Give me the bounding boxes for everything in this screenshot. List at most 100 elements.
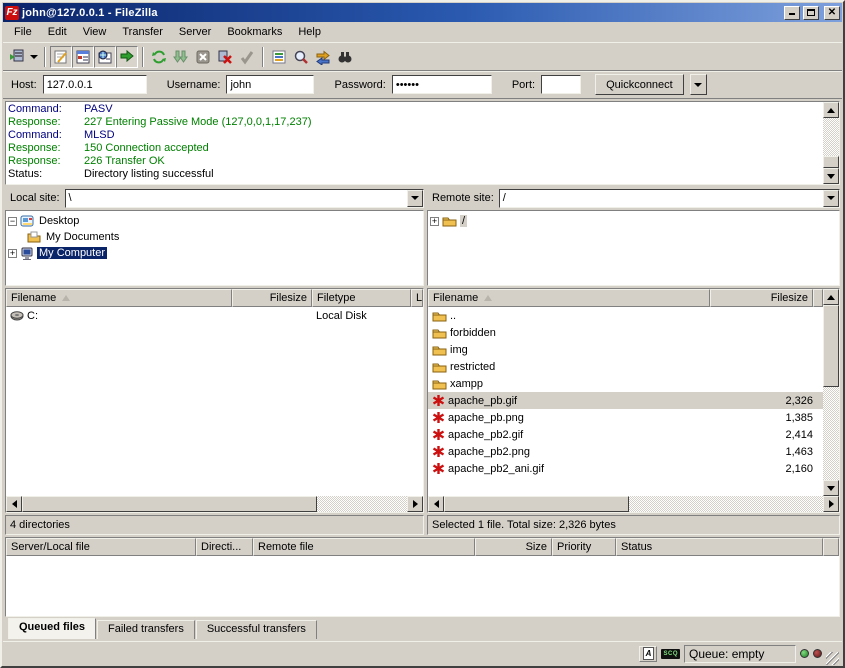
- scroll-left-button[interactable]: [428, 496, 444, 512]
- menu-file[interactable]: File: [7, 24, 39, 40]
- scroll-track[interactable]: [629, 496, 823, 512]
- tree-item-my-documents[interactable]: My Documents: [8, 229, 421, 245]
- column-filetype[interactable]: Filetype: [312, 289, 411, 307]
- file-row[interactable]: xampp: [428, 375, 823, 392]
- menu-edit[interactable]: Edit: [41, 24, 74, 40]
- column-size[interactable]: Size: [475, 538, 552, 556]
- close-button[interactable]: ✕: [824, 6, 840, 20]
- site-manager-dropdown[interactable]: [28, 46, 40, 68]
- tree-item-my-computer[interactable]: + My Computer: [8, 245, 421, 261]
- menu-bookmarks[interactable]: Bookmarks: [220, 24, 289, 40]
- column-status[interactable]: Status: [616, 538, 823, 556]
- column-priority[interactable]: Priority: [552, 538, 616, 556]
- local-horizontal-scrollbar[interactable]: [6, 496, 423, 512]
- scroll-thumb[interactable]: [444, 496, 629, 512]
- file-row[interactable]: ..: [428, 307, 823, 324]
- filter-button[interactable]: [268, 46, 290, 68]
- disconnect-button[interactable]: [214, 46, 236, 68]
- scroll-up-button[interactable]: [823, 102, 839, 118]
- column-filename[interactable]: Filename: [428, 289, 710, 307]
- transfer-queue-panel: Server/Local file Directi... Remote file…: [5, 537, 840, 639]
- tree-item-label[interactable]: My Computer: [37, 247, 107, 259]
- username-input[interactable]: [226, 75, 314, 94]
- remote-vertical-scrollbar[interactable]: [823, 289, 839, 496]
- tab-queued-files[interactable]: Queued files: [8, 618, 96, 639]
- column-direction[interactable]: Directi...: [196, 538, 253, 556]
- toggle-queue-button[interactable]: [116, 46, 138, 68]
- scroll-right-button[interactable]: [823, 496, 839, 512]
- site-manager-button[interactable]: [6, 46, 28, 68]
- tree-item-root[interactable]: + /: [430, 213, 837, 229]
- host-input[interactable]: [43, 75, 147, 94]
- compare-button[interactable]: [290, 46, 312, 68]
- queue-body[interactable]: [6, 556, 839, 616]
- column-filesize[interactable]: Filesize: [232, 289, 312, 307]
- cancel-button[interactable]: [192, 46, 214, 68]
- remote-site-dropdown[interactable]: [823, 190, 839, 207]
- quickconnect-button[interactable]: Quickconnect: [595, 74, 684, 95]
- triangle-left-icon: [12, 500, 17, 508]
- sync-browse-button[interactable]: [312, 46, 334, 68]
- maximize-button[interactable]: [803, 6, 819, 20]
- file-row-c-drive[interactable]: C: Local Disk: [6, 307, 423, 324]
- tree-item-label[interactable]: /: [460, 215, 467, 227]
- remote-site-bar: Remote site: /: [427, 187, 840, 209]
- transfer-type-indicator[interactable]: A: [639, 646, 657, 662]
- quickconnect-dropdown[interactable]: [690, 74, 707, 95]
- expand-icon[interactable]: +: [430, 217, 439, 226]
- column-server-local-file[interactable]: Server/Local file: [6, 538, 196, 556]
- file-row[interactable]: apache_pb2_ani.gif 2,160: [428, 460, 823, 477]
- scroll-thumb[interactable]: [823, 156, 839, 168]
- process-queue-button[interactable]: [170, 46, 192, 68]
- menu-help[interactable]: Help: [291, 24, 328, 40]
- port-input[interactable]: [541, 75, 581, 94]
- toggle-local-tree-button[interactable]: [72, 46, 94, 68]
- speed-limit-icon[interactable]: SCQ: [661, 649, 680, 659]
- title-bar[interactable]: Fz john@127.0.0.1 - FileZilla ✕: [3, 3, 842, 22]
- local-site-dropdown[interactable]: [407, 190, 423, 207]
- menu-transfer[interactable]: Transfer: [115, 24, 170, 40]
- toggle-remote-tree-button[interactable]: [94, 46, 116, 68]
- remote-site-combo[interactable]: /: [499, 189, 840, 208]
- scroll-track[interactable]: [823, 387, 839, 480]
- scroll-right-button[interactable]: [407, 496, 423, 512]
- find-files-button[interactable]: [334, 46, 356, 68]
- password-input[interactable]: [392, 75, 492, 94]
- tab-successful-transfers[interactable]: Successful transfers: [196, 620, 317, 639]
- file-row[interactable]: apache_pb2.png 1,463: [428, 443, 823, 460]
- column-last-modified[interactable]: L: [411, 289, 423, 307]
- scroll-thumb[interactable]: [823, 305, 839, 387]
- refresh-button[interactable]: [148, 46, 170, 68]
- menu-view[interactable]: View: [76, 24, 114, 40]
- tab-failed-transfers[interactable]: Failed transfers: [97, 620, 195, 639]
- scroll-track[interactable]: [317, 496, 407, 512]
- file-row[interactable]: apache_pb2.gif 2,414: [428, 426, 823, 443]
- tree-item-desktop[interactable]: − Desktop: [8, 213, 421, 229]
- file-row[interactable]: apache_pb.png 1,385: [428, 409, 823, 426]
- column-remote-file[interactable]: Remote file: [253, 538, 475, 556]
- scroll-track[interactable]: [823, 118, 839, 156]
- remote-horizontal-scrollbar[interactable]: [428, 496, 839, 512]
- minimize-button[interactable]: [784, 6, 800, 20]
- scroll-left-button[interactable]: [6, 496, 22, 512]
- resize-grip[interactable]: [826, 652, 839, 665]
- scroll-down-button[interactable]: [823, 168, 839, 184]
- scroll-down-button[interactable]: [823, 480, 839, 496]
- column-filename[interactable]: Filename: [6, 289, 232, 307]
- local-site-combo[interactable]: \: [65, 189, 424, 208]
- log-scrollbar[interactable]: [823, 102, 839, 184]
- scroll-thumb[interactable]: [22, 496, 317, 512]
- file-row[interactable]: img: [428, 341, 823, 358]
- file-row[interactable]: forbidden: [428, 324, 823, 341]
- reconnect-button[interactable]: [236, 46, 258, 68]
- file-row[interactable]: restricted: [428, 358, 823, 375]
- toggle-message-log-button[interactable]: [50, 46, 72, 68]
- tree-item-label[interactable]: My Documents: [44, 231, 121, 243]
- expand-icon[interactable]: +: [8, 249, 17, 258]
- scroll-up-button[interactable]: [823, 289, 839, 305]
- collapse-icon[interactable]: −: [8, 217, 17, 226]
- column-filesize[interactable]: Filesize: [710, 289, 813, 307]
- tree-item-label[interactable]: Desktop: [37, 215, 81, 227]
- file-row-selected[interactable]: apache_pb.gif 2,326: [428, 392, 823, 409]
- menu-server[interactable]: Server: [172, 24, 218, 40]
